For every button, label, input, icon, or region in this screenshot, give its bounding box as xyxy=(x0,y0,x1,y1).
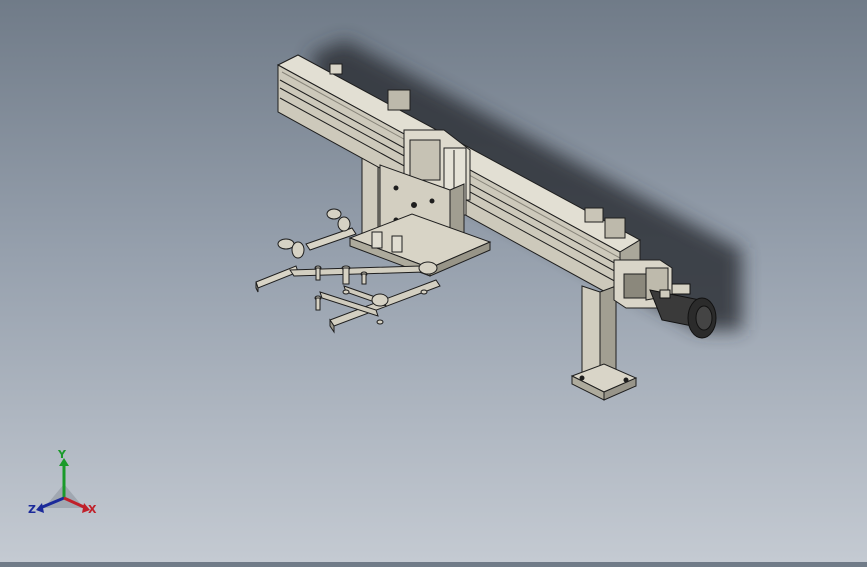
triad-z-label: Z xyxy=(28,503,36,516)
graphics-viewport[interactable]: Y Z X xyxy=(0,0,867,562)
coordinate-triad: Y Z X xyxy=(22,446,106,530)
triad-y-label: Y xyxy=(58,448,66,461)
cad-model-view[interactable] xyxy=(0,0,867,562)
triad-x-label: X xyxy=(88,503,97,516)
